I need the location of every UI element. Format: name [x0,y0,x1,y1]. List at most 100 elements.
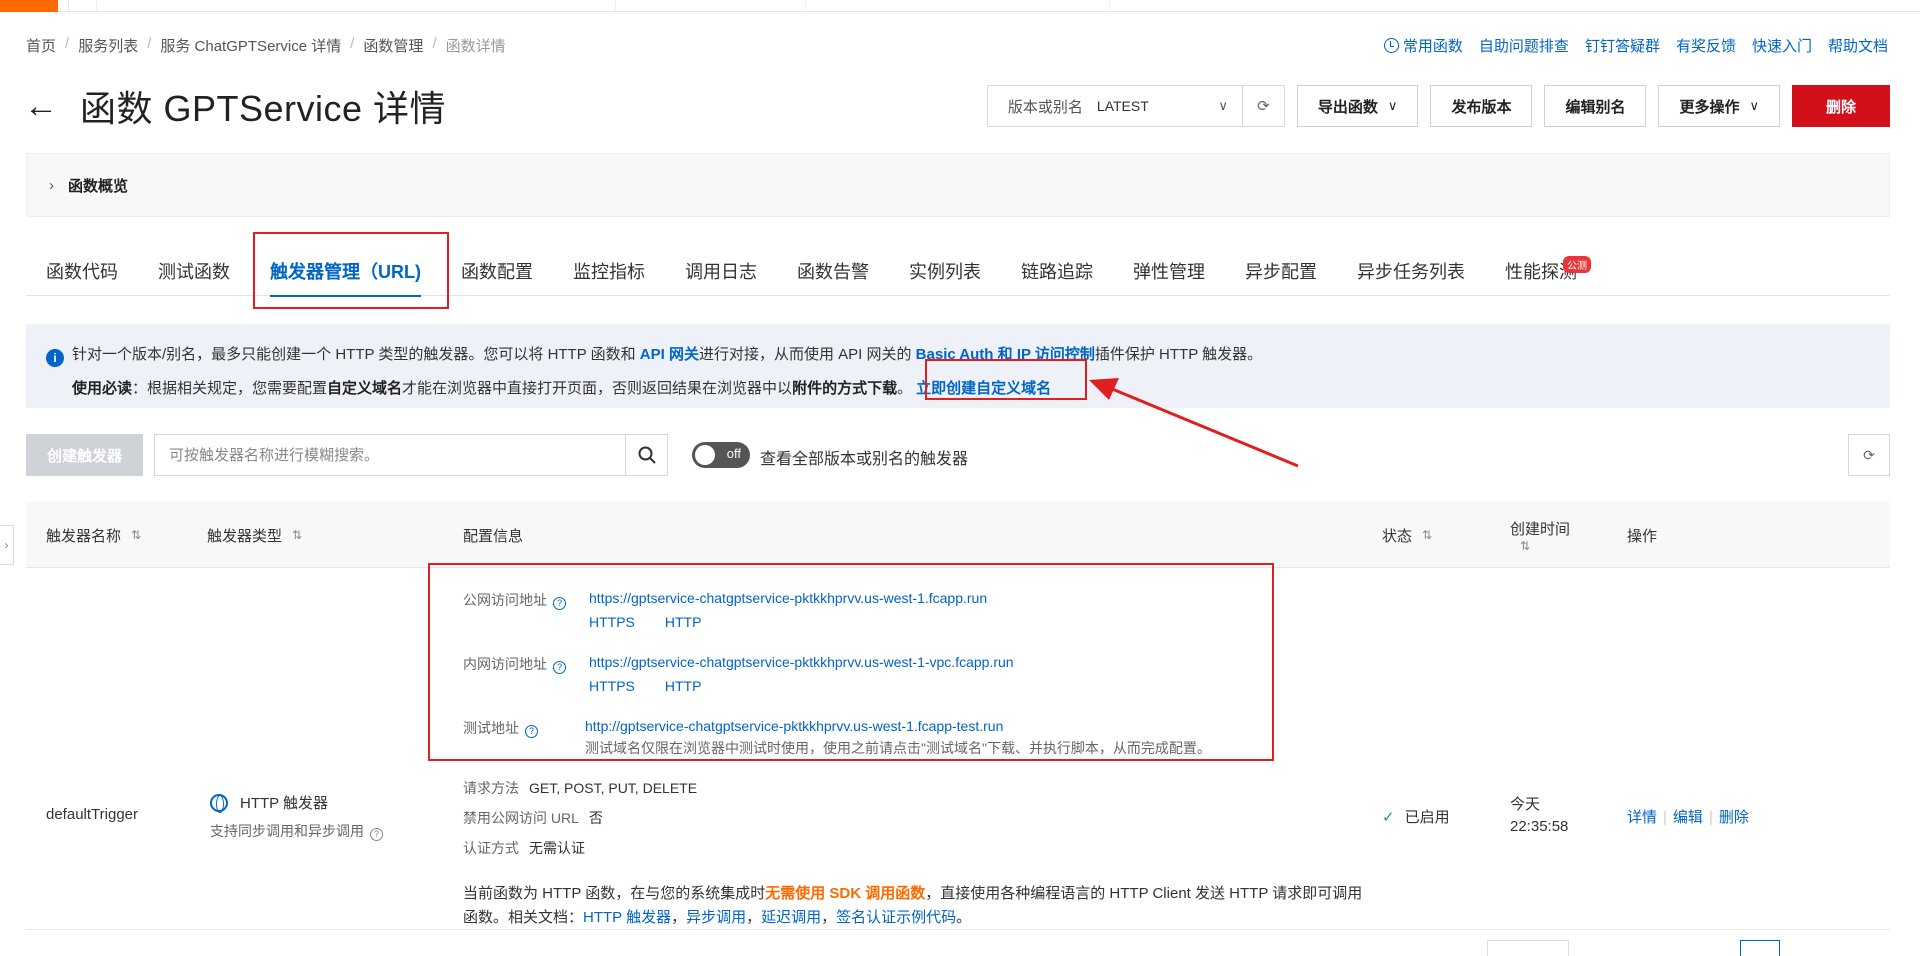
breadcrumb-service-list[interactable]: 服务列表 [78,35,138,56]
disable-public-row: 禁用公网访问 URL 否 [463,810,603,826]
help-link-dingtalk[interactable]: 钉钉答疑群 [1585,35,1660,56]
create-trigger-button[interactable]: 创建触发器 [26,434,143,476]
th-created[interactable]: 创建时间 ⇅ [1510,502,1570,568]
brand-logo[interactable] [0,0,58,12]
table-row: defaultTrigger HTTP 触发器 支持同步调用和异步调用? 公网访… [26,568,1890,930]
help-icon[interactable]: ? [553,661,566,674]
chevron-down-icon: ∨ [1387,98,1398,113]
navbar-search[interactable] [805,0,1110,12]
th-type[interactable]: 触发器类型 ⇅ [207,502,302,568]
tab-async-tasks[interactable]: 异步任务列表 [1337,246,1485,296]
navbar-segment[interactable] [96,0,616,12]
back-arrow-icon[interactable]: ← [24,89,58,123]
tab-instances[interactable]: 实例列表 [889,246,1001,296]
export-function-button[interactable]: 导出函数 ∨ [1296,85,1419,127]
test-url-note: 测试域名仅限在浏览器中测试时使用，使用之前请点击"测试域名"下载、并执行脚本，从… [585,740,1211,756]
api-gateway-link[interactable]: API 网关 [640,346,699,363]
chevron-right-icon: › [4,538,9,552]
doc-async-link[interactable]: 异步调用 [686,909,746,926]
tab-elastic[interactable]: 弹性管理 [1113,246,1225,296]
check-icon: ✓ [1382,809,1395,826]
toggle-knob [695,445,715,465]
trigger-search-input[interactable] [155,435,625,475]
top-navbar [0,0,1920,12]
trigger-toolbar: 创建触发器 off 查看全部版本或别名的触发器 ⟳ [26,434,1890,476]
th-ops: 操作 [1627,527,1658,545]
ip-access-control-link[interactable]: IP 访问控制 [1017,346,1095,363]
tab-async-config[interactable]: 异步配置 [1225,246,1337,296]
version-select-value: LATEST [1096,98,1149,114]
title-row: ← 函数 GPTService 详情 [24,80,446,132]
all-versions-toggle[interactable]: off [692,442,750,468]
side-panel-handle[interactable]: › [0,525,14,565]
tab-tracing[interactable]: 链路追踪 [1001,246,1113,296]
breadcrumb-current: 函数详情 [445,38,506,55]
th-status[interactable]: 状态 ⇅ [1382,502,1432,568]
help-icon[interactable]: ? [553,597,566,610]
navbar-divider [68,0,69,12]
methods-row: 请求方法 GET, POST, PUT, DELETE [463,780,698,796]
breadcrumb-home[interactable]: 首页 [26,35,56,56]
intranet-https-link[interactable]: HTTPS [589,678,635,694]
help-icon[interactable]: ? [525,725,538,738]
public-url-link[interactable]: https://gptservice-chatgptservice-pktkkh… [589,590,987,606]
tab-test[interactable]: 测试函数 [138,246,250,296]
doc-http-trigger-link[interactable]: HTTP 触发器 [583,909,671,926]
version-select[interactable]: 版本或别名 LATEST ∨ ⟳ [986,85,1285,127]
help-link-troubleshoot[interactable]: 自助问题排查 [1479,35,1569,56]
help-link-common[interactable]: 常用函数 [1383,35,1463,56]
function-overview-collapse[interactable]: › 函数概览 [26,153,1890,217]
tab-triggers[interactable]: 触发器管理（URL) [250,246,441,297]
edit-link[interactable]: 编辑 [1673,809,1703,826]
pagination-page[interactable] [1740,940,1780,956]
toggle-label: 查看全部版本或别名的触发器 [760,451,969,468]
trigger-type: HTTP 触发器 支持同步调用和异步调用? [210,792,383,841]
tab-config[interactable]: 函数配置 [441,246,553,296]
refresh-icon[interactable]: ⟳ [1241,86,1284,126]
tab-profiling[interactable]: 性能探测 公测 [1485,246,1597,296]
trigger-type-sub: 支持同步调用和异步调用? [210,821,383,841]
sort-icon[interactable]: ⇅ [292,528,302,542]
overview-label: 函数概览 [68,177,129,195]
help-icon[interactable]: ? [370,828,383,841]
public-https-link[interactable]: HTTPS [589,614,635,630]
create-custom-domain-link[interactable]: 立即创建自定义域名 [916,380,1051,397]
auth-row: 认证方式 无需认证 [463,840,585,856]
help-link-quickstart[interactable]: 快速入门 [1752,35,1812,56]
doc-delay-link[interactable]: 延迟调用 [761,909,821,926]
intranet-http-link[interactable]: HTTP [665,678,702,694]
help-link-docs[interactable]: 帮助文档 [1828,35,1888,56]
public-url-row: 公网访问地址? https://gptservice-chatgptservic… [463,590,987,630]
sort-icon[interactable]: ⇅ [1520,539,1530,553]
tab-code[interactable]: 函数代码 [26,246,138,296]
sort-icon[interactable]: ⇅ [1422,528,1432,542]
delete-function-button[interactable]: 删除 [1792,85,1890,127]
edit-alias-button[interactable]: 编辑别名 [1544,85,1647,127]
basic-auth-link[interactable]: Basic Auth [916,346,994,363]
more-actions-button[interactable]: 更多操作 ∨ [1658,85,1780,127]
public-http-link[interactable]: HTTP [665,614,702,630]
test-url-link[interactable]: http://gptservice-chatgptservice-pktkkhp… [585,718,1003,734]
help-link-feedback[interactable]: 有奖反馈 [1676,35,1736,56]
chevron-down-icon: ∨ [1218,98,1228,113]
refresh-list-button[interactable]: ⟳ [1848,434,1890,476]
delete-link[interactable]: 删除 [1719,809,1749,826]
publish-version-button[interactable]: 发布版本 [1430,85,1533,127]
intranet-url-link[interactable]: https://gptservice-chatgptservice-pktkkh… [589,654,1014,670]
globe-icon [210,794,228,813]
doc-signature-link[interactable]: 签名认证示例代码 [836,909,956,926]
search-icon[interactable] [625,435,667,475]
th-name[interactable]: 触发器名称 ⇅ [46,502,141,568]
breadcrumb-function-manage[interactable]: 函数管理 [363,35,423,56]
refresh-icon: ⟳ [1863,446,1875,463]
info-notice: i 针对一个版本/别名，最多只能创建一个 HTTP 类型的触发器。您可以将 HTT… [26,324,1890,408]
page-title: 函数 GPTService 详情 [80,88,447,129]
tab-alerts[interactable]: 函数告警 [777,246,889,296]
trigger-created-time: 今天 22:35:58 [1510,796,1569,835]
tab-logs[interactable]: 调用日志 [665,246,777,296]
detail-link[interactable]: 详情 [1627,809,1657,826]
tab-metrics[interactable]: 监控指标 [553,246,665,296]
sort-icon[interactable]: ⇅ [131,528,141,542]
pagination-size-select[interactable] [1487,940,1569,956]
breadcrumb-service-detail[interactable]: 服务 ChatGPTService 详情 [160,35,341,56]
